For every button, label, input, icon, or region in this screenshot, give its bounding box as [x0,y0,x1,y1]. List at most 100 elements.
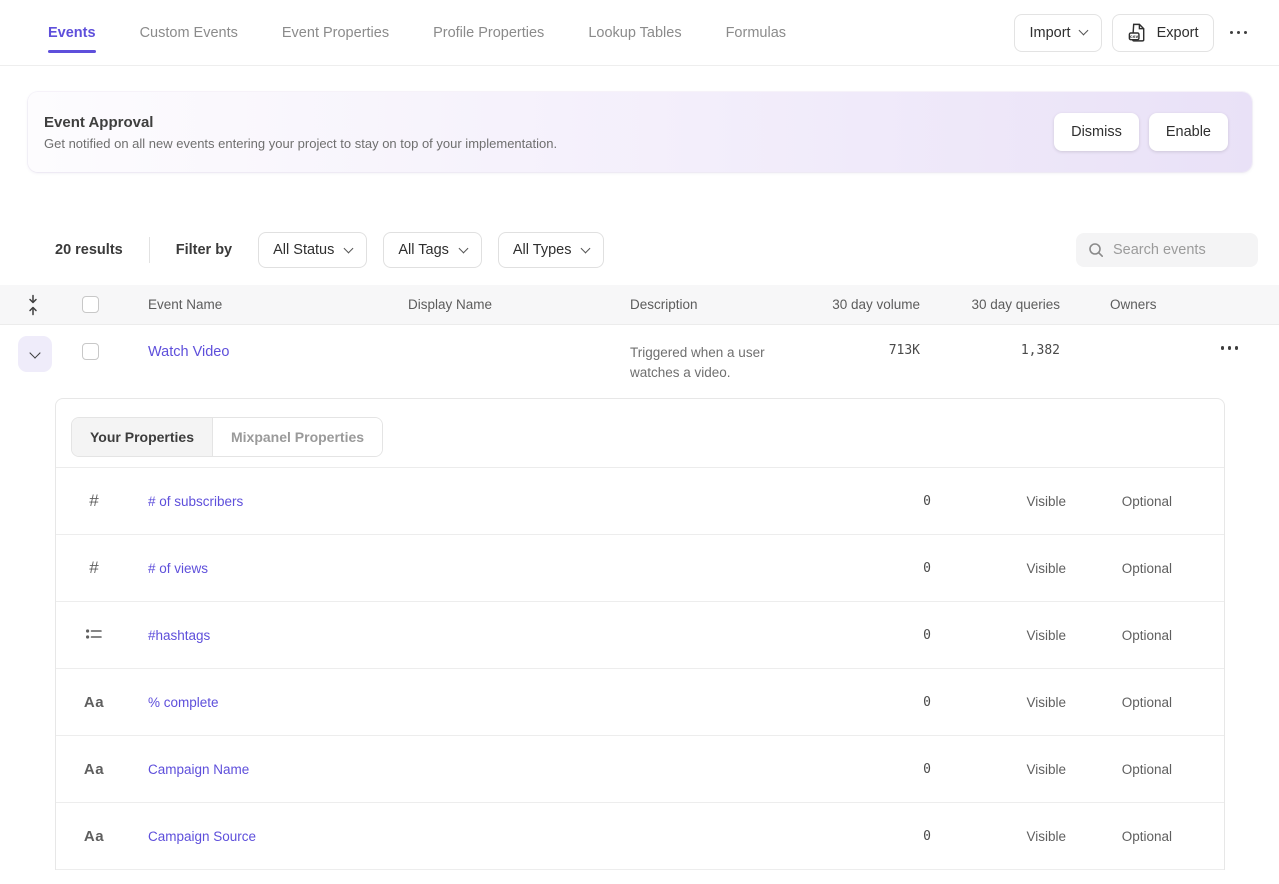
nav-tab-lookup-tables[interactable]: Lookup Tables [588,0,681,65]
banner-buttons: Dismiss Enable [1054,113,1228,151]
filter-dropdown-all-types[interactable]: All Types [498,232,605,268]
property-row: #hashtags 0 Visible Optional [56,602,1224,669]
import-button-label: Import [1029,25,1070,41]
column-display-name[interactable]: Display Name [408,297,630,312]
import-button[interactable]: Import [1014,14,1101,52]
top-navigation: Events Custom Events Event Properties Profi… [0,0,1279,66]
tab-your-properties[interactable]: Your Properties [72,418,212,456]
property-requirement: Optional [1066,829,1172,844]
property-visibility: Visible [931,829,1066,844]
collapse-row-button[interactable] [18,336,52,372]
property-visibility: Visible [931,561,1066,576]
banner-subtitle: Get notified on all new events entering … [44,136,557,151]
text-type-icon: Aa [82,828,106,845]
column-owners[interactable]: Owners [1060,297,1180,312]
property-row: # # of views 0 Visible Optional [56,535,1224,602]
number-type-icon: # [82,491,106,511]
event-approval-banner: Event Approval Get notified on all new e… [28,92,1252,172]
svg-text:csv: csv [1130,35,1139,40]
search-icon [1088,242,1104,258]
nav-tab-formulas[interactable]: Formulas [726,0,786,65]
collapse-rows-icon[interactable] [26,294,56,316]
event-display-name [408,325,630,343]
search-placeholder: Search events [1113,242,1206,258]
tab-mixpanel-properties[interactable]: Mixpanel Properties [212,418,382,456]
property-count: 0 [796,561,931,576]
column-30-day-volume[interactable]: 30 day volume [820,297,920,312]
property-name-link[interactable]: # of views [148,561,208,576]
properties-tab-group: Your Properties Mixpanel Properties [71,417,383,457]
divider [149,237,150,263]
column-event-name[interactable]: Event Name [148,297,408,312]
text-type-icon: Aa [82,761,106,778]
csv-file-icon: csv [1127,22,1148,43]
properties-panel-tabs: Your Properties Mixpanel Properties [56,399,1224,468]
event-name-link[interactable]: Watch Video [148,344,229,360]
property-row: Aa Campaign Name 0 Visible Optional [56,736,1224,803]
export-button[interactable]: csv Export [1112,14,1214,52]
filter-dropdowns: All Status All Tags All Types [258,232,620,268]
nav-tab-profile-properties[interactable]: Profile Properties [433,0,544,65]
column-30-day-queries[interactable]: 30 day queries [920,297,1060,312]
column-description[interactable]: Description [630,297,820,312]
property-name-link[interactable]: % complete [148,695,219,710]
chevron-down-icon [344,243,354,253]
property-requirement: Optional [1066,628,1172,643]
event-row: Watch Video Triggered when a user watche… [0,325,1279,383]
property-visibility: Visible [931,762,1066,777]
nav-tab-events[interactable]: Events [48,0,96,65]
text-type-icon: Aa [82,694,106,711]
event-description: Triggered when a user watches a video. [630,325,808,383]
row-checkbox[interactable] [82,343,99,360]
property-count: 0 [796,695,931,710]
more-options-icon[interactable] [1224,25,1254,41]
property-visibility: Visible [931,695,1066,710]
property-requirement: Optional [1066,762,1172,777]
event-30-day-volume: 713K [820,325,920,358]
property-name-link[interactable]: #hashtags [148,628,210,643]
property-count: 0 [796,829,931,844]
nav-tabs: Events Custom Events Event Properties Profi… [48,0,786,65]
chevron-down-icon [1078,26,1088,36]
filter-by-label: Filter by [176,242,232,258]
banner-title: Event Approval [44,114,557,131]
topbar-actions: Import csv Export [1014,14,1253,52]
property-requirement: Optional [1066,494,1172,509]
select-all-checkbox[interactable] [82,296,99,313]
property-visibility: Visible [931,494,1066,509]
chevron-down-icon [29,347,40,358]
property-row: Aa % complete 0 Visible Optional [56,669,1224,736]
properties-panel: Your Properties Mixpanel Properties # # … [55,398,1225,870]
event-owners [1060,325,1180,343]
filters-toolbar: 20 results Filter by All Status All Tags… [55,232,1258,268]
property-count: 0 [796,494,931,509]
events-table-header: Event Name Display Name Description 30 d… [0,285,1279,325]
property-requirement: Optional [1066,695,1172,710]
number-type-icon: # [82,558,106,578]
property-name-link[interactable]: Campaign Source [148,829,256,844]
export-button-label: Export [1157,25,1199,41]
banner-text: Event Approval Get notified on all new e… [44,114,557,151]
properties-list: # # of subscribers 0 Visible Optional # [56,468,1224,870]
nav-tab-event-properties[interactable]: Event Properties [282,0,389,65]
filter-dropdown-all-status[interactable]: All Status [258,232,367,268]
results-count: 20 results [55,242,123,258]
row-more-options-icon[interactable] [1215,340,1245,356]
property-name-link[interactable]: Campaign Name [148,762,249,777]
dismiss-button[interactable]: Dismiss [1054,113,1139,151]
filter-dropdown-all-tags[interactable]: All Tags [383,232,482,268]
property-requirement: Optional [1066,561,1172,576]
property-row: Aa Campaign Source 0 Visible Optional [56,803,1224,870]
enable-button[interactable]: Enable [1149,113,1228,151]
property-row: # # of subscribers 0 Visible Optional [56,468,1224,535]
event-30-day-queries: 1,382 [920,325,1060,358]
property-count: 0 [796,628,931,643]
chevron-down-icon [581,243,591,253]
property-visibility: Visible [931,628,1066,643]
chevron-down-icon [458,243,468,253]
property-name-link[interactable]: # of subscribers [148,494,243,509]
nav-tab-custom-events[interactable]: Custom Events [140,0,238,65]
property-count: 0 [796,762,931,777]
list-type-icon [82,627,106,641]
search-input[interactable]: Search events [1076,233,1258,267]
